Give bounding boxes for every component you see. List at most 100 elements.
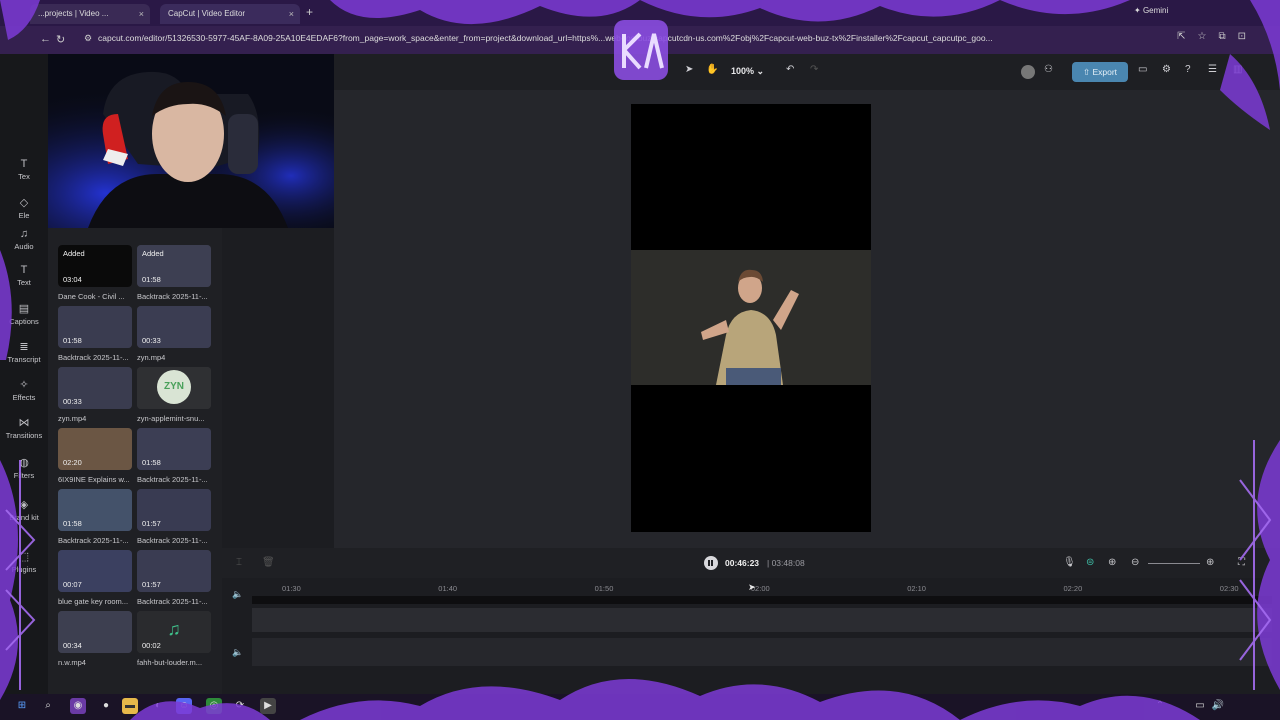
media-card[interactable]: ZYN (137, 367, 211, 409)
rail-item-text[interactable]: T Text (0, 264, 48, 287)
app-icon[interactable]: ◐ (150, 698, 166, 714)
tray-chevron-icon[interactable]: ⌃ (1152, 698, 1168, 714)
redo-icon[interactable]: ↷ (810, 64, 818, 75)
app-icon[interactable]: ● (98, 698, 114, 714)
address-bar-icons[interactable]: ⇱☆⧉⊡ (1177, 31, 1258, 42)
rail-item-transcript[interactable]: ≣ Transcript (0, 340, 48, 364)
media-duration: 01:57 (142, 519, 161, 528)
close-tab-icon[interactable]: × (289, 4, 294, 24)
rail-item-brand-kit[interactable]: ◈ Brand kit (0, 498, 48, 522)
hand-tool-icon[interactable]: ✋ (706, 64, 718, 75)
rail-item-effects[interactable]: ✧ Effects (0, 378, 48, 402)
elements-icon: ◇ (19, 197, 29, 209)
track-audio-icon[interactable]: 🔈 (232, 647, 243, 658)
tab-label: ...projects | Video ... (38, 9, 109, 18)
network-icon[interactable]: ▭ (1192, 698, 1208, 714)
plugins-icon: ⬚ (18, 551, 30, 563)
split-view-icon[interactable]: ⊕ (1108, 557, 1116, 568)
chrome-icon[interactable]: ◎ (206, 698, 222, 714)
rail-item-label: Text (17, 278, 31, 287)
microphone-icon[interactable]: 🎙 (1063, 557, 1076, 568)
rail-item-transitions[interactable]: ⋈ Transitions (0, 416, 48, 440)
volume-icon[interactable]: 🔊 (1210, 698, 1226, 714)
media-card[interactable]: 01:57 (137, 489, 211, 531)
back-icon[interactable]: ← (40, 33, 51, 45)
help-icon[interactable]: ? (1185, 64, 1191, 75)
delete-icon[interactable]: 🗑 (262, 557, 275, 568)
storage-icon[interactable]: ☰ (1208, 64, 1217, 75)
media-title: blue gate key room... (58, 597, 129, 606)
media-card[interactable]: Added 03:04 (58, 245, 132, 287)
transitions-icon: ⋈ (18, 417, 30, 429)
fit-timeline-icon[interactable]: ⛶ (1238, 557, 1245, 568)
discord-icon[interactable]: ☺ (176, 698, 192, 714)
undo-icon[interactable]: ↶ (786, 64, 794, 75)
rail-item-label: Audio (14, 242, 34, 251)
media-card[interactable]: 00:33 (137, 306, 211, 348)
rail-item-tex[interactable]: T Tex (0, 158, 48, 181)
select-tool-icon[interactable]: ➤ (685, 64, 693, 75)
media-title: zyn.mp4 (137, 353, 166, 362)
site-info-icon[interactable]: ⚙ (84, 33, 92, 44)
media-duration: 01:58 (142, 275, 161, 284)
media-card[interactable]: 00:07 (58, 550, 132, 592)
rail-item-audio[interactable]: ♫ Audio (0, 228, 48, 251)
zoom-in-icon[interactable]: ⊕ (1206, 557, 1214, 568)
media-card[interactable]: 01:58 (58, 306, 132, 348)
media-card[interactable]: 02:20 (58, 428, 132, 470)
rail-item-captions[interactable]: ▤ Captions (0, 302, 48, 326)
timeline-zoom-slider[interactable] (1148, 563, 1200, 564)
address-input[interactable]: capcut.com/editor/51326530-5977-45AF-8A0… (98, 33, 1068, 43)
gemini-button[interactable]: ✦ Gemini (1134, 6, 1168, 15)
layout-icon[interactable]: ▥ (1233, 64, 1242, 75)
media-card[interactable]: Added 01:58 (137, 245, 211, 287)
media-player-icon[interactable]: ▶ (260, 698, 276, 714)
present-icon[interactable]: ▭ (1138, 64, 1147, 75)
rail-item-ele[interactable]: ◇ Ele (0, 196, 48, 220)
settings-icon[interactable]: ⚙ (1162, 64, 1171, 75)
audio-track[interactable] (252, 638, 1272, 666)
media-duration: 01:58 (142, 458, 161, 467)
media-title: 6IX9INE Explains w... (58, 475, 130, 484)
reload-icon[interactable]: ↻ (56, 33, 65, 46)
media-card[interactable]: 01:58 (137, 428, 211, 470)
tab-label: CapCut | Video Editor (168, 9, 246, 18)
zoom-out-icon[interactable]: ⊖ (1131, 557, 1139, 568)
avatar[interactable] (1021, 65, 1035, 79)
media-title: Dane Cook - Civil ... (58, 292, 125, 301)
pause-button[interactable] (704, 556, 718, 570)
browser-tab-capcut[interactable]: CapCut | Video Editor × (160, 4, 300, 24)
rail-item-label: Captions (9, 317, 39, 326)
windows-start-icon[interactable]: ⊞ (14, 698, 30, 714)
export-button[interactable]: ⇧ Export (1072, 62, 1128, 82)
media-duration: 00:02 (142, 641, 161, 650)
video-track[interactable] (252, 608, 1272, 632)
effects-icon: ✧ (19, 379, 29, 391)
video-frame[interactable] (631, 250, 871, 385)
media-card[interactable]: 00:33 (58, 367, 132, 409)
media-card[interactable]: ♫ 00:02 (137, 611, 211, 653)
magnet-icon[interactable]: ⊜ (1086, 557, 1094, 568)
browser-tab-projects[interactable]: ...projects | Video ... × (30, 4, 150, 24)
main-track[interactable] (252, 596, 1272, 604)
media-title: Backtrack 2025-11-... (58, 536, 129, 545)
media-card[interactable]: 01:58 (58, 489, 132, 531)
media-card[interactable]: 00:34 (58, 611, 132, 653)
split-icon[interactable]: ⌶ (236, 557, 242, 568)
search-icon[interactable]: ⌕ (40, 698, 56, 714)
rail-item-plugins[interactable]: ⬚ Plugins (0, 550, 48, 574)
close-tab-icon[interactable]: × (139, 4, 144, 24)
media-card[interactable]: 01:57 (137, 550, 211, 592)
text-t-icon: T (20, 264, 28, 276)
rail-item-label: Effects (12, 393, 36, 402)
file-explorer-icon[interactable]: ▬ (122, 698, 138, 714)
media-duration: 00:07 (63, 580, 82, 589)
track-audio-icon[interactable]: 🔈 (232, 589, 243, 600)
new-tab-icon[interactable]: + (306, 5, 313, 19)
rail-item-filters[interactable]: ◍ Filters (0, 456, 48, 480)
share-user-icon[interactable]: ⚇ (1044, 64, 1053, 75)
app-icon[interactable]: ◉ (70, 698, 86, 714)
app-icon[interactable]: ⟳ (232, 698, 248, 714)
left-rail (0, 54, 48, 694)
zoom-select[interactable]: 100% ⌄ (731, 66, 764, 77)
